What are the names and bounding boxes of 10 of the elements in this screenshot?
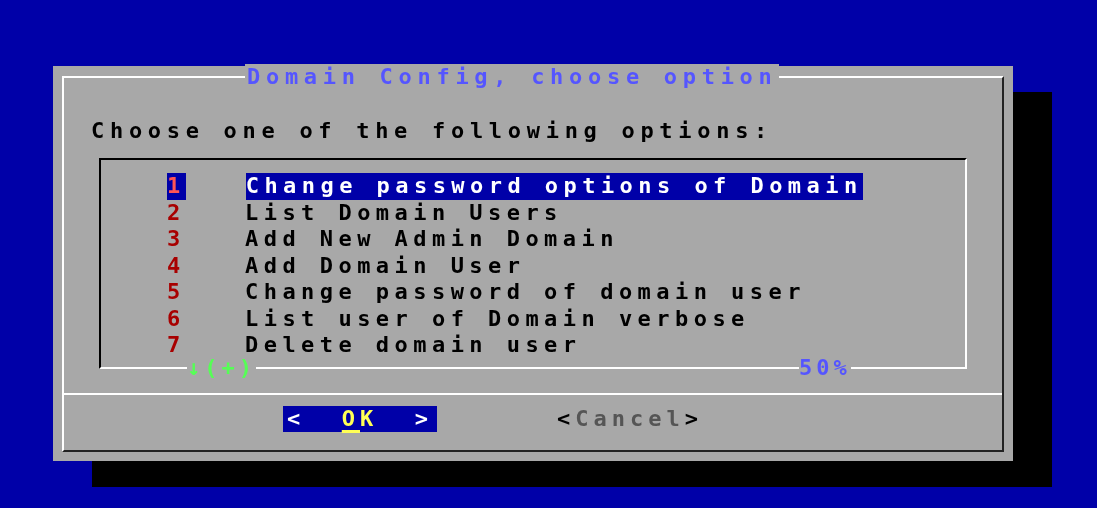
menu-item[interactable]: List Domain Users (245, 199, 563, 226)
menu-item[interactable]: List user of Domain verbose (245, 305, 750, 332)
dialog-button[interactable]: <Cancel> (553, 406, 707, 432)
menu-item[interactable]: Add New Admin Domain (245, 226, 619, 253)
prompt-text: Choose one of the following options: (91, 118, 775, 144)
menu-item[interactable]: Add Domain User (245, 252, 526, 279)
menu-item[interactable]: Change password of domain user (245, 279, 806, 306)
menu-item-tag[interactable]: 1 (167, 173, 186, 200)
dialog-title: Domain Config, choose option (245, 64, 780, 90)
menu-item[interactable]: Change password options of Domain (245, 173, 863, 200)
